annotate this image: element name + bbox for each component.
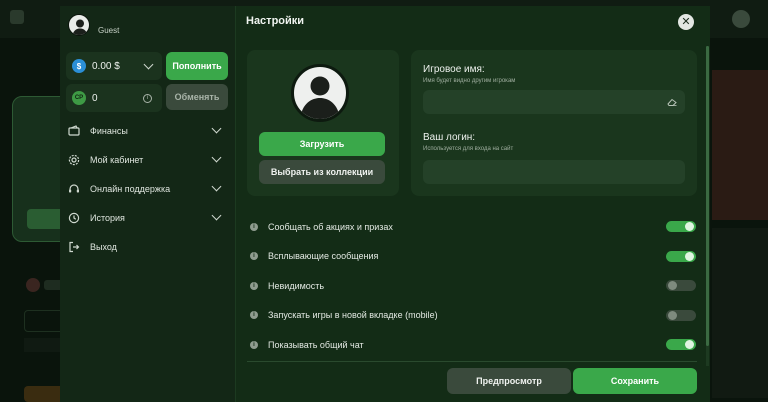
toggle-row-new-tab: i Запускать игры в новой вкладке (mobile…: [250, 301, 696, 331]
login-label: Ваш логин:: [423, 132, 476, 143]
sidebar-item-label: Онлайн поддержка: [90, 183, 171, 194]
eraser-icon[interactable]: [667, 98, 677, 106]
toggle-row-promotions: i Сообщать об акциях и призах: [250, 212, 696, 242]
new-tab-toggle[interactable]: [666, 309, 696, 321]
game-name-input[interactable]: [423, 90, 685, 114]
sidebar-item-label: Выход: [90, 241, 117, 252]
user-silhouette-icon: [291, 64, 349, 122]
headset-icon: [68, 183, 80, 195]
sidebar-menu: Финансы Мой кабинет Онлайн поддержка Ист…: [68, 116, 224, 261]
info-icon[interactable]: i: [250, 252, 258, 261]
chevron-down-icon: [211, 123, 222, 134]
chat-toggle[interactable]: [666, 339, 696, 351]
login-input[interactable]: [423, 160, 685, 184]
chevron-down-icon: [211, 152, 222, 163]
profile-fields-card: Игровое имя: Имя будет видно другим игро…: [411, 50, 697, 196]
background-game-list: [712, 228, 768, 398]
account-sidebar: Guest $ 0.00 $ Пополнить CP 0 i Обменять…: [60, 6, 236, 402]
user-silhouette-icon: [68, 14, 90, 36]
topup-button[interactable]: Пополнить: [166, 52, 228, 80]
info-icon[interactable]: i: [143, 93, 152, 103]
settings-toggle-list: i Сообщать об акциях и призах i Всплываю…: [250, 212, 696, 360]
choose-from-collection-button[interactable]: Выбрать из коллекции: [259, 160, 385, 184]
toggle-label: Всплывающие сообщения: [268, 251, 379, 262]
background-game-tile: [712, 70, 768, 220]
toggle-row-popups: i Всплывающие сообщения: [250, 242, 696, 272]
scrollbar-thumb[interactable]: [706, 46, 709, 346]
login-hint: Используется для входа на сайт: [423, 146, 514, 152]
points-balance: CP 0 i: [66, 84, 162, 112]
sidebar-item-label: Финансы: [90, 125, 128, 136]
sidebar-item-label: Мой кабинет: [90, 154, 144, 165]
preview-button[interactable]: Предпросмотр: [447, 368, 571, 394]
gear-icon: [68, 154, 80, 166]
wallet-icon: [68, 124, 80, 137]
upload-avatar-button[interactable]: Загрузить: [259, 132, 385, 156]
popups-toggle[interactable]: [666, 250, 696, 262]
sidebar-item-support[interactable]: Онлайн поддержка: [68, 174, 224, 203]
game-name-hint: Имя будет видно другим игрокам: [423, 78, 516, 84]
toggle-label: Показывать общий чат: [268, 339, 364, 350]
avatar-card: Загрузить Выбрать из коллекции: [247, 50, 399, 196]
sidebar-item-logout[interactable]: Выход: [68, 232, 224, 261]
sidebar-item-finance[interactable]: Финансы: [68, 116, 224, 145]
cp-coin-icon: CP: [72, 91, 86, 105]
save-button[interactable]: Сохранить: [573, 368, 697, 394]
settings-panel: Настройки ✕ Загрузить Выбрать из коллекц…: [236, 6, 710, 402]
sidebar-item-label: История: [90, 212, 125, 223]
background-menu-icon: [10, 10, 24, 24]
info-icon[interactable]: i: [250, 311, 258, 320]
divider: [247, 361, 697, 362]
toggle-label: Невидимость: [268, 280, 325, 291]
chevron-down-icon: [211, 181, 222, 192]
close-icon[interactable]: ✕: [678, 14, 694, 30]
balance-value: 0.00 $: [92, 60, 120, 72]
chevron-down-icon: [143, 59, 154, 69]
info-icon[interactable]: i: [250, 340, 258, 349]
exchange-button[interactable]: Обменять: [166, 84, 228, 110]
sidebar-item-cabinet[interactable]: Мой кабинет: [68, 145, 224, 174]
game-name-label: Игровое имя:: [423, 64, 485, 75]
toggle-label: Запускать игры в новой вкладке (mobile): [268, 310, 438, 321]
page-title: Настройки: [246, 15, 305, 27]
info-icon[interactable]: i: [250, 222, 258, 231]
points-value: 0: [92, 92, 98, 104]
scrollbar[interactable]: [706, 46, 709, 366]
toggle-row-invisibility: i Невидимость: [250, 271, 696, 301]
user-name: Guest: [98, 25, 120, 35]
info-icon[interactable]: i: [250, 281, 258, 290]
toggle-row-chat: i Показывать общий чат: [250, 330, 696, 360]
user-block[interactable]: Guest: [68, 14, 119, 36]
invisibility-toggle[interactable]: [666, 280, 696, 292]
toggle-label: Сообщать об акциях и призах: [268, 221, 393, 232]
dollar-coin-icon: $: [72, 59, 86, 73]
balance-selector[interactable]: $ 0.00 $: [66, 52, 162, 80]
sidebar-item-history[interactable]: История: [68, 203, 224, 232]
clock-icon: [68, 212, 80, 224]
chevron-down-icon: [211, 210, 222, 221]
promotions-toggle[interactable]: [666, 221, 696, 233]
logout-icon: [68, 241, 80, 253]
background-avatar-icon: [732, 10, 750, 28]
